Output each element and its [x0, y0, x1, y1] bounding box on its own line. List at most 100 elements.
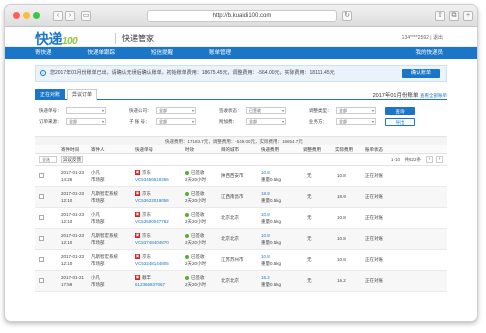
fee-amount[interactable]: 10.8 [261, 233, 270, 239]
query-button[interactable]: 查询 [385, 107, 415, 115]
delivery-status: 已签收 [185, 233, 205, 239]
delivery-duration: 2天20小时 [185, 219, 207, 224]
share-icon[interactable]: ⇧ [435, 11, 445, 21]
status-dot-icon [185, 170, 189, 175]
fee-amount[interactable]: 10.8 [261, 170, 270, 176]
app-title: 快递管家 [115, 33, 154, 44]
status-text: 已签收 [191, 233, 205, 238]
nav-my-courier[interactable]: 我的快递员 [415, 47, 443, 59]
dispute-feedback-button[interactable]: 异议反馈 [61, 156, 83, 163]
nav-send-express[interactable]: 寄快递 [35, 47, 52, 59]
row-checkbox[interactable] [39, 215, 44, 220]
fee-amount[interactable]: 16.2 [261, 275, 270, 281]
courier-name: 顺丰 [142, 275, 151, 280]
courier-company: ▣ 京东 [135, 254, 151, 260]
close-window-button[interactable] [13, 12, 20, 19]
row-checkbox[interactable] [39, 257, 44, 262]
select-all-dropdown[interactable]: 全选 [39, 156, 57, 163]
source-select[interactable]: 全部 [66, 118, 106, 125]
address-bar[interactable]: http://b.kuaidi100.com [147, 10, 337, 22]
status-text: 已签收 [191, 275, 205, 280]
nav-tracking[interactable]: 快递单跟踪 [88, 47, 116, 59]
parcel-weight: 重量0.5kg [261, 282, 282, 287]
filter-company: 快递公司： 全部 [129, 107, 196, 114]
row-checkbox[interactable] [39, 236, 44, 241]
send-date: 2017-01-23 [61, 233, 85, 238]
row-checkbox[interactable] [39, 194, 44, 199]
back-arrow-icon[interactable]: ‹ [53, 11, 63, 21]
waybill-link[interactable]: VC53622019056 [135, 198, 169, 204]
waybill-link[interactable]: VC53456518366 [135, 177, 169, 183]
tabs-icon[interactable]: ⧉ [449, 11, 459, 21]
destination-city: 江西南昌市 [221, 194, 244, 199]
nav-sms-reminder[interactable]: 短信提醒 [151, 47, 173, 59]
actual-fee: 10.8 [337, 215, 346, 220]
row-checkbox[interactable] [39, 173, 44, 178]
subaccount-select[interactable]: 全部 [156, 118, 196, 125]
confirm-bill-button[interactable]: 确认账单 [402, 69, 440, 78]
company-select[interactable]: 全部 [156, 107, 196, 114]
prev-page-button[interactable]: ‹ [426, 156, 433, 163]
waybill-link[interactable]: VC53500047762 [135, 219, 169, 225]
table-row: 2017-01-23 12:10 凡斯智宏系统 市场部 ▣ 京东 VC53248144805… [35, 250, 447, 271]
filter-business: 业务方： 全部 [309, 118, 376, 125]
sender-name: 凡斯智宏系统 [91, 191, 118, 196]
parcel-weight: 重量0.5kg [261, 198, 282, 203]
status-select[interactable]: 已签收 [246, 107, 286, 114]
fee-amount[interactable]: 10.8 [261, 212, 270, 218]
tab-reconciling[interactable]: 正在对账 [35, 89, 66, 100]
actual-fee: 18.9 [337, 194, 346, 199]
nav-bill-management[interactable]: 账单管理 [209, 47, 231, 59]
courier-logo-icon: ▣ [135, 233, 140, 239]
next-page-button[interactable]: › [436, 156, 443, 163]
courier-name: 京东 [142, 170, 151, 175]
fee-amount[interactable]: 10.8 [261, 254, 270, 260]
attach-select[interactable]: 全部 [246, 118, 286, 125]
waybill-link[interactable]: VC53248144805 [135, 261, 169, 267]
maximize-window-button[interactable] [33, 12, 40, 19]
table-row: 2017-01-23 12:10 凡斯智宏系统 市场部 ▣ 京东 VC53622019056… [35, 187, 447, 208]
bill-table: 寄件时间 寄件人 快递单号 时效 目的城市 快递费用 调整费用 实际费用 账单状… [35, 145, 447, 292]
fee-amount[interactable]: 18.9 [261, 191, 270, 197]
tab-disputed-orders[interactable]: 异议订单 [67, 89, 98, 100]
view-all-bills-link[interactable]: 查看全部账单 [420, 93, 447, 98]
sidebar-icon[interactable]: ▭ [81, 11, 91, 21]
business-select[interactable]: 全部 [336, 118, 376, 125]
parcel-weight: 重量0.5kg [261, 219, 282, 224]
user-account[interactable]: 134****2592 | 退出 [402, 34, 443, 41]
col-fee: 快递费用 [261, 147, 279, 152]
destination-city: 陕西西安市 [221, 173, 244, 178]
row-checkbox[interactable] [39, 278, 44, 283]
col-send-time[interactable]: 寄件时间 [61, 145, 79, 154]
info-icon: i [40, 70, 46, 76]
waybill-link[interactable]: VC53748404870 [135, 240, 169, 246]
actual-fee: 10.8 [337, 173, 346, 178]
bill-status: 正在对账 [365, 278, 383, 283]
send-date: 2017-01-23 [61, 191, 85, 196]
col-duration: 时效 [185, 147, 194, 152]
waybill-link[interactable]: 612366837067 [135, 282, 165, 288]
sender-dept: 市场部 [91, 240, 105, 245]
forward-arrow-icon[interactable]: › [65, 11, 75, 21]
filter-panel: 快递单号： 快递公司：全部 签收状态：已签收 调整类型：全部 订单来源：全部 子… [35, 104, 447, 136]
status-text: 已签收 [191, 170, 205, 175]
courier-logo-icon: ▣ [135, 212, 140, 218]
status-dot-icon [185, 275, 189, 280]
status-dot-icon [185, 254, 189, 259]
adjust-select[interactable]: 全部 [336, 107, 376, 114]
send-time: 12:10 [61, 261, 73, 266]
bill-status: 正在对账 [365, 194, 383, 199]
export-button[interactable]: 导出 [385, 118, 415, 126]
courier-company: ▣ 京东 [135, 233, 151, 239]
minimize-window-button[interactable] [23, 12, 30, 19]
kuaidi100-logo[interactable]: 快递100 [35, 29, 78, 49]
reload-icon[interactable]: ↻ [342, 11, 352, 21]
table-row: 2017-01-23 12:10 凡斯智宏系统 市场部 ▣ 京东 VC53748404870… [35, 229, 447, 250]
delivery-status: 已签收 [185, 254, 205, 260]
actual-fee: 16.2 [337, 278, 346, 283]
browser-chrome: ‹ › ▭ http://b.kuaidi100.com ↻ ⇧ ⧉ + [5, 5, 477, 27]
status-text: 已签收 [191, 191, 205, 196]
waybill-input[interactable] [66, 107, 106, 114]
new-tab-icon[interactable]: + [463, 11, 473, 21]
courier-name: 京东 [142, 212, 151, 217]
